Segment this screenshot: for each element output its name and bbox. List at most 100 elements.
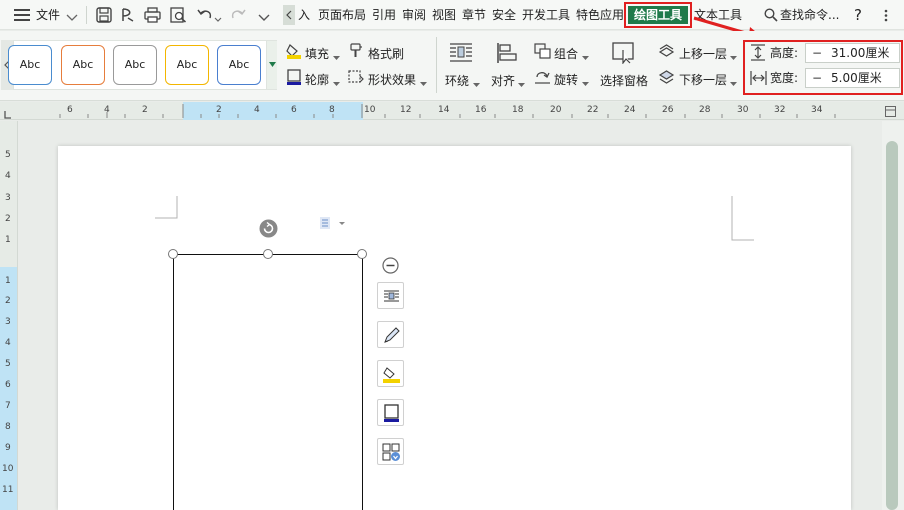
outline-quick-button[interactable] — [377, 399, 404, 426]
shape-style-3[interactable]: Abc — [113, 45, 157, 85]
chevron-down-icon[interactable] — [214, 12, 222, 22]
selected-rectangle-shape[interactable] — [173, 254, 363, 510]
ruler-label: 8 — [329, 105, 335, 115]
ruler-toggle-icon[interactable] — [885, 106, 896, 117]
more-options-icon[interactable] — [884, 9, 888, 22]
ruler-label: 2 — [142, 105, 148, 115]
tab-developer-tools[interactable]: 开发工具 — [522, 0, 570, 30]
height-input[interactable]: − 31.00厘米 — [805, 43, 900, 63]
chevron-down-icon[interactable] — [420, 76, 427, 86]
tab-drawing-tools[interactable]: 绘图工具 — [628, 6, 688, 24]
fill-icon[interactable] — [286, 43, 302, 59]
width-decrement-button[interactable]: − — [810, 69, 824, 87]
chevron-down-icon[interactable] — [66, 11, 78, 21]
shape-effects-icon[interactable] — [348, 69, 364, 85]
width-value[interactable]: 5.00厘米 — [831, 69, 882, 87]
chevron-down-icon[interactable] — [333, 76, 340, 86]
send-backward-button[interactable]: 下移一层 — [679, 71, 727, 88]
help-button[interactable]: ? — [854, 0, 862, 30]
fill-button[interactable]: 填充 — [305, 45, 329, 62]
wrap-button[interactable]: 环绕 — [445, 72, 469, 89]
ruler-label: 32 — [774, 105, 786, 115]
height-value[interactable]: 31.00厘米 — [831, 44, 889, 62]
collapse-icon[interactable] — [382, 257, 399, 274]
ruler-label: 6 — [291, 105, 297, 115]
redo-icon[interactable] — [230, 8, 246, 22]
bring-forward-button[interactable]: 上移一层 — [679, 45, 727, 62]
rotate-icon[interactable] — [534, 69, 551, 85]
outline-icon[interactable] — [286, 69, 302, 85]
chevron-down-icon[interactable] — [730, 50, 737, 60]
selection-pane-icon[interactable] — [612, 42, 636, 65]
resize-handle-top-center[interactable] — [263, 249, 273, 259]
command-search[interactable]: 查找命令... — [780, 0, 839, 30]
tab-review[interactable]: 审阅 — [402, 0, 426, 30]
chevron-down-icon[interactable] — [730, 76, 737, 86]
chevron-down-icon[interactable] — [518, 77, 525, 87]
tab-special-apps[interactable]: 特色应用 — [576, 0, 624, 30]
fill-quick-button[interactable] — [377, 360, 404, 387]
print-icon[interactable] — [144, 7, 161, 23]
horizontal-ruler[interactable]: 6 4 2 2 4 6 8 10 12 14 16 18 20 22 24 26… — [0, 102, 904, 120]
save-icon[interactable] — [96, 7, 112, 23]
scroll-tabs-left-icon[interactable] — [283, 5, 295, 25]
ruler-label: 18 — [512, 105, 524, 115]
tab-references[interactable]: 引用 — [372, 0, 396, 30]
tab-chapter[interactable]: 章节 — [462, 0, 486, 30]
shape-style-5[interactable]: Abc — [217, 45, 261, 85]
chevron-down-icon[interactable] — [582, 50, 589, 60]
undo-icon[interactable] — [197, 8, 213, 22]
vertical-scrollbar[interactable] — [882, 121, 904, 510]
resize-handle-top-left[interactable] — [168, 249, 178, 259]
rotate-handle-icon[interactable] — [259, 219, 278, 238]
ruler-label: 5 — [5, 150, 11, 160]
shape-size-group-highlight: 高度: − 31.00厘米 宽度: − 5.00厘米 — [743, 40, 903, 95]
send-backward-icon[interactable] — [658, 69, 675, 85]
vertical-ruler[interactable]: 5 4 3 2 1 1 2 3 4 5 6 7 8 9 10 11 — [0, 121, 18, 510]
scrollbar-thumb[interactable] — [886, 141, 898, 510]
selection-pane-button[interactable]: 选择窗格 — [600, 72, 648, 89]
shape-effects-button[interactable]: 形状效果 — [368, 71, 416, 88]
format-painter-button[interactable]: 格式刷 — [368, 45, 404, 62]
rotate-button[interactable]: 旋转 — [554, 71, 578, 88]
resize-handle-top-right[interactable] — [357, 249, 367, 259]
width-input[interactable]: − 5.00厘米 — [805, 68, 900, 88]
shape-style-quick-button[interactable] — [377, 321, 404, 348]
ruler-label: 1 — [5, 235, 11, 245]
align-button[interactable]: 对齐 — [491, 72, 515, 89]
pen-icon — [384, 327, 400, 343]
file-menu[interactable]: 文件 — [36, 0, 60, 30]
format-painter-icon[interactable] — [348, 43, 364, 59]
tab-page-layout[interactable]: 页面布局 — [318, 0, 366, 30]
ruler-label: 4 — [5, 338, 11, 348]
layout-options-quick-button[interactable] — [377, 438, 404, 465]
bring-forward-icon[interactable] — [658, 43, 675, 59]
tab-insert[interactable]: 入 — [298, 0, 310, 30]
shape-style-1[interactable]: Abc — [8, 45, 52, 85]
ruler-label: 14 — [438, 105, 450, 115]
chevron-down-icon[interactable] — [473, 77, 480, 87]
layout-anchor-icon[interactable] — [320, 217, 348, 229]
wrap-text-quick-button[interactable] — [377, 282, 404, 309]
margin-corner-marks — [155, 196, 754, 241]
group-icon[interactable] — [534, 43, 551, 59]
height-decrement-button[interactable]: − — [810, 44, 824, 62]
chevron-down-icon[interactable] — [333, 50, 340, 60]
ruler-ticks — [59, 104, 836, 118]
text-wrap-icon[interactable] — [449, 42, 473, 64]
customize-chevron-icon[interactable] — [258, 11, 270, 21]
tab-view[interactable]: 视图 — [432, 0, 456, 30]
tab-security[interactable]: 安全 — [492, 0, 516, 30]
output-pdf-icon[interactable] — [120, 7, 136, 23]
height-icon — [750, 44, 766, 61]
outline-button[interactable]: 轮廓 — [305, 71, 329, 88]
hamburger-menu-icon[interactable] — [14, 9, 30, 21]
shape-style-2[interactable]: Abc — [61, 45, 105, 85]
chevron-down-icon[interactable] — [582, 76, 589, 86]
print-preview-icon[interactable] — [170, 7, 187, 23]
ruler-label: 4 — [104, 105, 110, 115]
align-icon[interactable] — [496, 42, 518, 64]
gallery-expand-icon[interactable] — [266, 41, 277, 89]
shape-style-4[interactable]: Abc — [165, 45, 209, 85]
group-button[interactable]: 组合 — [554, 45, 578, 62]
